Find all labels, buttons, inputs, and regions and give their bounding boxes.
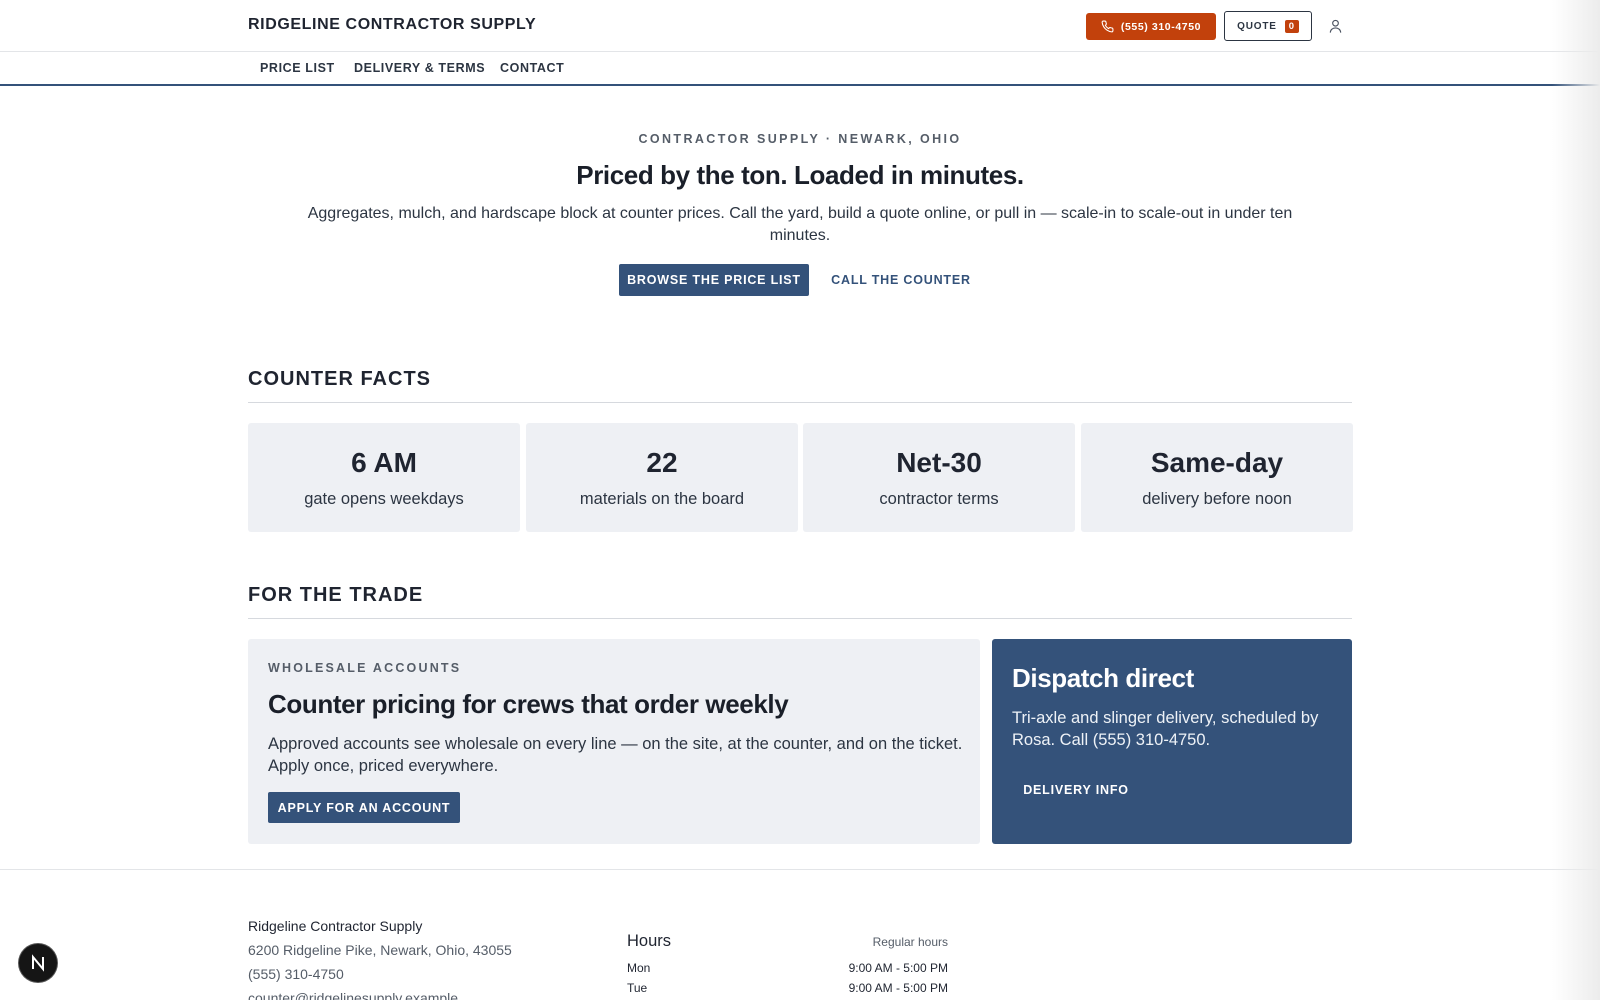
- phone-label: (555) 310-4750: [1120, 20, 1202, 33]
- delivery-info-button[interactable]: DELIVERY INFO: [1012, 774, 1140, 805]
- section-divider: [248, 618, 1352, 619]
- fact-label: delivery before noon: [1142, 490, 1292, 508]
- phone-icon: [1101, 20, 1114, 33]
- main-nav: PRICE LIST DELIVERY & TERMS CONTACT: [0, 52, 1600, 86]
- wholesale-card: WHOLESALE ACCOUNTS Counter pricing for c…: [248, 639, 980, 844]
- scroll-edge-shadow: [1552, 0, 1600, 1000]
- hero-subtitle: Aggregates, mulch, and hardscape block a…: [307, 205, 1293, 244]
- hero-title: Priced by the ton. Loaded in minutes.: [576, 160, 1024, 190]
- footer-company-name: Ridgeline Contractor Supply: [248, 918, 423, 934]
- user-icon[interactable]: [1328, 18, 1343, 34]
- hours-day: Mon: [627, 961, 651, 975]
- dispatch-card: Dispatch direct Tri-axle and slinger del…: [992, 639, 1352, 844]
- fact-value: 22: [646, 447, 678, 478]
- fact-card: Same-day delivery before noon: [1081, 423, 1353, 532]
- hours-heading: Hours: [627, 932, 672, 950]
- quote-count-badge: 0: [1284, 19, 1299, 33]
- hours-day: Tue: [627, 981, 648, 995]
- browse-price-list-button[interactable]: BROWSE THE PRICE LIST: [619, 264, 809, 296]
- fact-label: gate opens weekdays: [304, 490, 464, 508]
- footer-phone[interactable]: (555) 310-4750: [248, 966, 344, 982]
- wholesale-eyebrow: WHOLESALE ACCOUNTS: [268, 661, 462, 675]
- nav-delivery-terms[interactable]: DELIVERY & TERMS: [354, 61, 485, 75]
- footer-divider: [0, 869, 1600, 870]
- fact-card: 22 materials on the board: [526, 423, 798, 532]
- call-phone-button[interactable]: (555) 310-4750: [1086, 13, 1216, 40]
- dispatch-body: Tri-axle and slinger delivery, scheduled…: [1012, 709, 1319, 749]
- fact-value: Same-day: [1150, 447, 1284, 478]
- hero-eyebrow: CONTRACTOR SUPPLY · NEWARK, OHIO: [638, 132, 962, 146]
- top-bar: RIDGELINE CONTRACTOR SUPPLY (555) 310-47…: [0, 0, 1600, 52]
- nav-price-list[interactable]: PRICE LIST: [260, 61, 335, 75]
- fact-card: 6 AM gate opens weekdays: [248, 423, 520, 532]
- n-glyph: [32, 954, 44, 972]
- fact-label: materials on the board: [579, 490, 745, 508]
- section-divider: [248, 402, 1352, 403]
- hours-time: 9:00 AM - 5:00 PM: [848, 981, 948, 995]
- for-the-trade-heading: FOR THE TRADE: [248, 584, 424, 606]
- footer-address: 6200 Ridgeline Pike, Newark, Ohio, 43055: [248, 942, 512, 958]
- fact-value: 6 AM: [351, 447, 417, 478]
- quote-button[interactable]: QUOTE 0: [1224, 11, 1312, 41]
- apply-account-button[interactable]: APPLY FOR AN ACCOUNT: [268, 792, 460, 823]
- n-logo-icon[interactable]: [19, 944, 57, 982]
- nav-contact[interactable]: CONTACT: [500, 61, 564, 75]
- fact-value: Net-30: [896, 447, 982, 478]
- wholesale-title: Counter pricing for crews that order wee…: [268, 689, 789, 719]
- call-counter-link[interactable]: CALL THE COUNTER: [826, 264, 976, 296]
- hours-note: Regular hours: [872, 935, 948, 949]
- fact-card: Net-30 contractor terms: [803, 423, 1075, 532]
- wholesale-body: Approved accounts see wholesale on every…: [268, 735, 963, 775]
- dispatch-title: Dispatch direct: [1012, 663, 1194, 693]
- fact-label: contractor terms: [879, 490, 999, 508]
- hours-time: 9:00 AM - 5:00 PM: [848, 961, 948, 975]
- counter-facts-heading: COUNTER FACTS: [248, 368, 431, 390]
- brand-name[interactable]: RIDGELINE CONTRACTOR SUPPLY: [248, 16, 536, 34]
- footer-email[interactable]: counter@ridgelinesupply.example: [248, 990, 458, 1000]
- quote-label: QUOTE: [1237, 20, 1277, 32]
